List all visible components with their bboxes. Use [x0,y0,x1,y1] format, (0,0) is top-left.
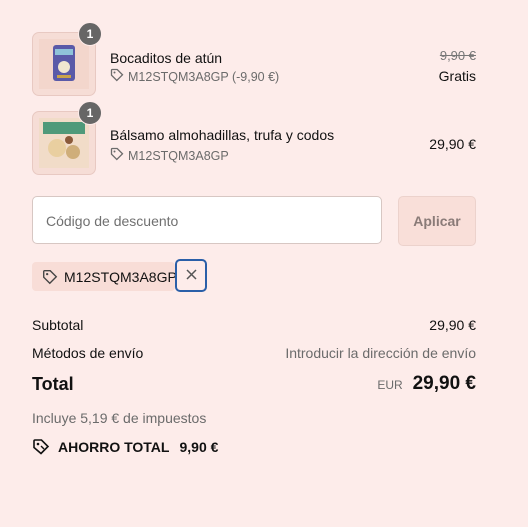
item-code-text: M12STQM3A8GP [128,148,229,163]
tag-icon [110,147,124,164]
cart-item: 1 Bálsamo almohadillas, trufa y codos M1… [32,101,476,175]
discount-code-field[interactable] [32,196,382,245]
currency-code: EUR [377,378,403,392]
discount-code-input[interactable] [44,197,368,245]
product-image [39,39,89,89]
close-icon [185,268,197,283]
item-discount-code: M12STQM3A8GP (-9,90 €) [110,68,279,85]
subtotal-value: 29,90 € [429,317,476,333]
remove-discount-button[interactable] [175,259,207,292]
applied-discount-chip: M12STQM3A8GP [32,262,177,291]
savings-label: AHORRO TOTAL [58,439,170,455]
quantity-badge: 1 [78,101,102,125]
subtotal-label: Subtotal [32,317,84,333]
item-discount-code: M12STQM3A8GP [110,147,229,164]
cart-item: 1 Bocaditos de atún M12STQM3A8GP (-9,90 … [32,22,476,96]
applied-code-label: M12STQM3A8GP [64,268,177,285]
total-amount: EUR 29,90 € [377,373,476,395]
savings-tag-icon [32,438,50,456]
total-label: Total [32,374,74,394]
total-savings: AHORRO TOTAL 9,90 € [32,438,218,456]
shipping-value: Introducir la dirección de envío [285,345,476,361]
item-name: Bocaditos de atún [110,50,223,66]
savings-value: 9,90 € [179,439,219,455]
apply-discount-button[interactable]: Aplicar [398,196,476,246]
item-price: 29,90 € [429,136,476,152]
shipping-label: Métodos de envío [32,345,144,361]
item-price: Gratis [438,68,476,84]
item-name: Bálsamo almohadillas, trufa y codos [110,127,335,143]
tag-icon [42,269,58,285]
product-image [39,118,89,168]
total-value: 29,90 € [412,373,476,394]
item-code-text: M12STQM3A8GP (-9,90 €) [128,69,280,84]
taxes-note: Incluye 5,19 € de impuestos [32,410,207,426]
tag-icon [110,68,124,85]
quantity-badge: 1 [78,22,102,46]
original-price: 9,90 € [439,48,476,63]
